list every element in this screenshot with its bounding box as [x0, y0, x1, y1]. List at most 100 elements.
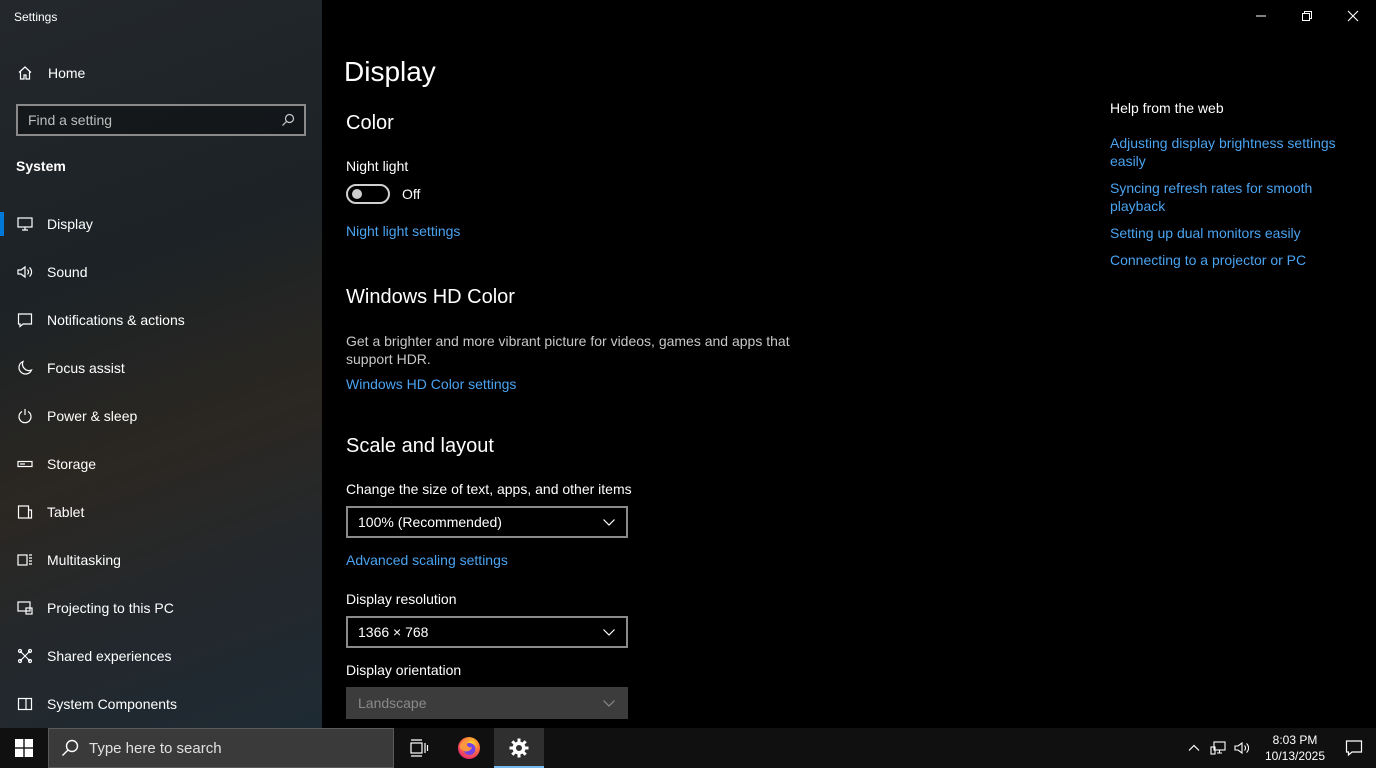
help-link-brightness[interactable]: Adjusting display brightness settings ea… — [1110, 134, 1350, 170]
firefox-taskbar-button[interactable] — [444, 728, 494, 768]
search-icon — [61, 739, 79, 757]
resolution-label: Display resolution — [346, 591, 457, 607]
find-setting-input[interactable] — [28, 112, 280, 128]
sidebar-item-label: Multitasking — [47, 552, 121, 568]
components-icon — [16, 695, 34, 713]
advanced-scaling-link[interactable]: Advanced scaling settings — [346, 552, 508, 568]
hd-color-heading: Windows HD Color — [346, 286, 515, 308]
find-setting-box[interactable] — [16, 104, 306, 136]
notification-icon — [16, 311, 34, 329]
start-button[interactable] — [0, 728, 48, 768]
close-button[interactable] — [1330, 0, 1376, 32]
scale-dropdown[interactable]: 100% (Recommended) — [346, 506, 628, 538]
orientation-dropdown-value: Landscape — [358, 695, 427, 711]
night-light-label: Night light — [346, 158, 409, 174]
shared-icon — [16, 647, 34, 665]
home-button[interactable]: Home — [16, 62, 85, 84]
taskbar: Type here to search 8:03 PM 10/13/2025 — [0, 728, 1376, 768]
monitor-icon — [16, 215, 34, 233]
sidebar-item-label: Display — [47, 216, 93, 232]
home-icon — [16, 64, 34, 82]
resolution-dropdown[interactable]: 1366 × 768 — [346, 616, 628, 648]
main-content: Display Color Night light Off Night ligh… — [322, 0, 1376, 728]
settings-taskbar-button[interactable] — [494, 728, 544, 768]
sidebar-item-label: Focus assist — [47, 360, 125, 376]
sidebar-item-sound[interactable]: Sound — [0, 248, 322, 296]
help-panel: Help from the web Adjusting display brig… — [1110, 100, 1350, 278]
scale-layout-heading: Scale and layout — [346, 435, 494, 457]
volume-icon — [1234, 741, 1249, 755]
help-link-projector[interactable]: Connecting to a projector or PC — [1110, 251, 1350, 269]
task-view-icon — [410, 739, 429, 757]
text-size-label: Change the size of text, apps, and other… — [346, 481, 632, 497]
sidebar-item-label: Projecting to this PC — [47, 600, 174, 616]
color-heading: Color — [346, 112, 394, 134]
speaker-icon — [16, 263, 34, 281]
sidebar-nav: Display Sound Notifications & actions Fo… — [0, 200, 322, 728]
sidebar-item-label: Storage — [47, 456, 97, 472]
sidebar-item-label: Power & sleep — [47, 408, 138, 424]
sidebar-item-shared-experiences[interactable]: Shared experiences — [0, 632, 322, 680]
firefox-icon — [458, 737, 480, 759]
minimize-button[interactable] — [1238, 0, 1284, 32]
sidebar: Settings Home System Display Sound — [0, 0, 322, 728]
chevron-down-icon — [603, 519, 615, 526]
sidebar-item-label: System Components — [47, 696, 177, 712]
night-light-toggle-row: Off — [346, 184, 420, 204]
sidebar-item-projecting[interactable]: Projecting to this PC — [0, 584, 322, 632]
windows-logo-icon — [15, 739, 33, 757]
sidebar-item-display[interactable]: Display — [0, 200, 322, 248]
sidebar-item-focus-assist[interactable]: Focus assist — [0, 344, 322, 392]
sidebar-item-tablet[interactable]: Tablet — [0, 488, 322, 536]
sidebar-item-label: Shared experiences — [47, 648, 172, 664]
storage-icon — [16, 455, 34, 473]
chevron-down-icon — [603, 700, 615, 707]
notification-icon — [1345, 740, 1363, 757]
restore-button[interactable] — [1284, 0, 1330, 32]
taskbar-search-box[interactable]: Type here to search — [48, 728, 394, 768]
section-label-system: System — [16, 158, 66, 174]
task-view-button[interactable] — [394, 728, 444, 768]
night-light-toggle[interactable] — [346, 184, 390, 204]
sidebar-item-power-sleep[interactable]: Power & sleep — [0, 392, 322, 440]
projecting-icon — [16, 599, 34, 617]
orientation-dropdown: Landscape — [346, 687, 628, 719]
search-icon[interactable] — [280, 112, 296, 128]
home-label: Home — [48, 65, 86, 81]
resolution-dropdown-value: 1366 × 768 — [358, 624, 429, 640]
action-center-button[interactable] — [1332, 728, 1376, 768]
volume-tray-button[interactable] — [1230, 728, 1254, 768]
sidebar-item-multitasking[interactable]: Multitasking — [0, 536, 322, 584]
clock-time: 8:03 PM — [1272, 733, 1318, 747]
scale-dropdown-value: 100% (Recommended) — [358, 514, 502, 530]
app-title: Settings — [14, 10, 58, 24]
restore-icon — [1302, 11, 1312, 21]
clock[interactable]: 8:03 PM 10/13/2025 — [1258, 732, 1332, 764]
page-title: Display — [344, 56, 436, 87]
show-hidden-icons-button[interactable] — [1182, 728, 1206, 768]
minimize-icon — [1256, 15, 1266, 17]
gear-icon — [509, 738, 529, 758]
night-light-state: Off — [402, 186, 421, 202]
hd-color-settings-link[interactable]: Windows HD Color settings — [346, 376, 516, 392]
window-controls — [1238, 0, 1376, 32]
tablet-icon — [16, 503, 34, 521]
help-link-refresh-rates[interactable]: Syncing refresh rates for smooth playbac… — [1110, 179, 1350, 215]
night-light-settings-link[interactable]: Night light settings — [346, 223, 460, 239]
sidebar-item-label: Tablet — [47, 504, 85, 520]
system-tray: 8:03 PM 10/13/2025 — [1182, 728, 1376, 768]
clock-date: 10/13/2025 — [1264, 749, 1326, 763]
sidebar-item-notifications[interactable]: Notifications & actions — [0, 296, 322, 344]
sidebar-item-storage[interactable]: Storage — [0, 440, 322, 488]
close-icon — [1347, 10, 1359, 22]
sidebar-item-system-components[interactable]: System Components — [0, 680, 322, 728]
help-link-dual-monitors[interactable]: Setting up dual monitors easily — [1110, 224, 1350, 242]
sidebar-item-label: Notifications & actions — [47, 312, 185, 328]
network-tray-button[interactable] — [1206, 728, 1230, 768]
toggle-knob — [352, 189, 362, 199]
chevron-up-icon — [1188, 744, 1200, 751]
taskbar-search-text: Type here to search — [89, 739, 222, 757]
sidebar-item-label: Sound — [47, 264, 88, 280]
help-title: Help from the web — [1110, 100, 1224, 116]
orientation-label: Display orientation — [346, 662, 462, 678]
